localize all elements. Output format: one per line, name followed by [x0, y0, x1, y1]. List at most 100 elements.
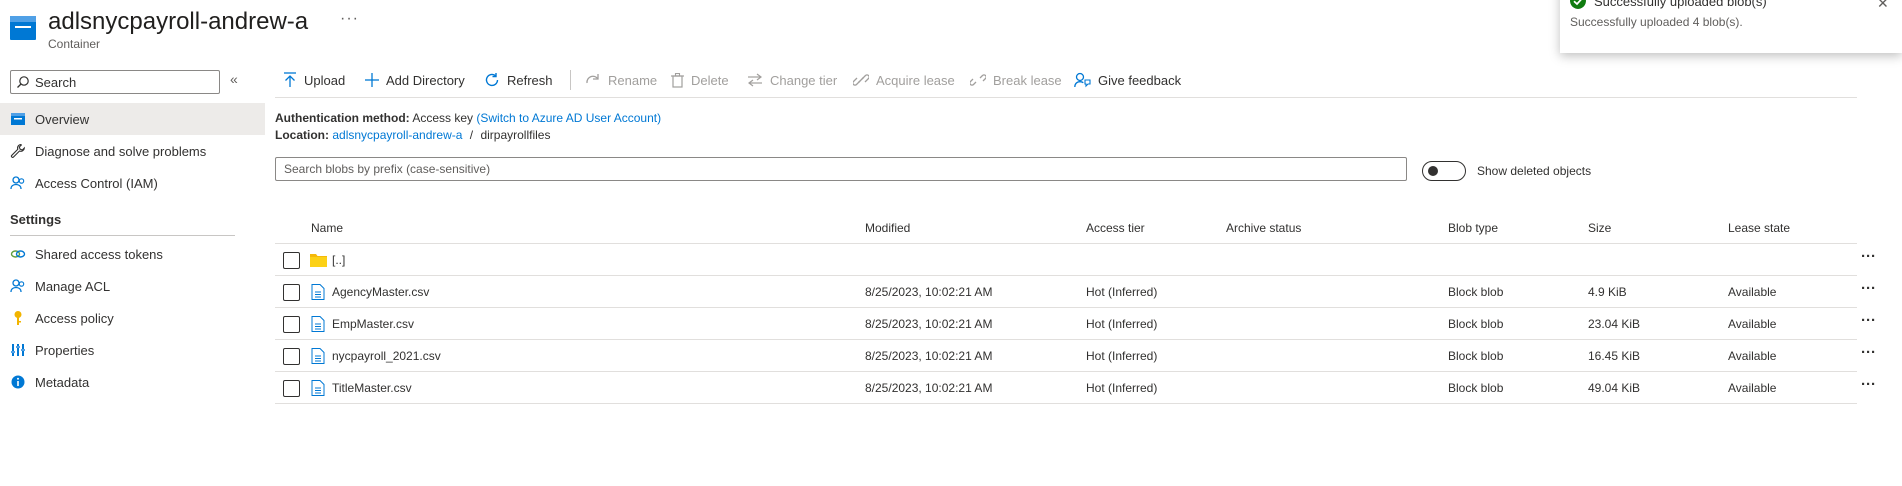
table-row[interactable]: EmpMaster.csv 8/25/2023, 10:02:21 AM Hot… [275, 308, 1876, 340]
blob-access-tier: Hot (Inferred) [1086, 381, 1158, 395]
column-header-access-tier[interactable]: Access tier [1086, 221, 1145, 235]
sidebar-item-diagnose[interactable]: Diagnose and solve problems [0, 135, 265, 167]
link-icon [853, 74, 869, 86]
give-feedback-button[interactable]: Give feedback [1074, 68, 1181, 92]
sidebar-item-manage-acl[interactable]: Manage ACL [0, 270, 265, 302]
table-row[interactable]: nycpayroll_2021.csv 8/25/2023, 10:02:21 … [275, 340, 1876, 372]
upload-label: Upload [304, 72, 346, 88]
sidebar-item-label: Access policy [35, 311, 114, 326]
blob-name[interactable]: EmpMaster.csv [332, 317, 414, 331]
refresh-icon [485, 73, 499, 87]
row-checkbox[interactable] [283, 284, 300, 301]
upload-icon [284, 72, 296, 87]
auth-method-label: Authentication method: [275, 111, 410, 125]
column-header-size[interactable]: Size [1588, 221, 1611, 235]
row-more-button[interactable]: ··· [1861, 312, 1876, 329]
folder-icon [310, 254, 327, 267]
auth-method-value: Access key [412, 111, 474, 125]
location-label: Location: [275, 128, 329, 142]
column-header-name[interactable]: Name [311, 221, 343, 235]
page-header: adlsnycpayroll-andrew-a Container ··· [0, 0, 1560, 56]
feedback-icon [1074, 72, 1091, 88]
column-header-blob-type[interactable]: Blob type [1448, 221, 1498, 235]
checkmark-icon [1570, 0, 1586, 9]
blob-size: 23.04 KiB [1588, 317, 1641, 331]
row-more-button[interactable]: ··· [1861, 248, 1876, 265]
switch-auth-link[interactable]: (Switch to Azure AD User Account) [476, 111, 661, 125]
toolbar-separator [570, 70, 571, 90]
sidebar-item-access-policy[interactable]: Access policy [0, 302, 265, 334]
swap-icon [748, 73, 762, 87]
column-header-modified[interactable]: Modified [865, 221, 910, 235]
blob-name[interactable]: AgencyMaster.csv [332, 285, 429, 299]
row-checkbox[interactable] [283, 380, 300, 397]
sidebar-search-input[interactable] [35, 73, 215, 91]
break-lease-label: Break lease [993, 72, 1062, 88]
info-icon [11, 375, 25, 389]
rename-button[interactable]: Rename [585, 68, 657, 92]
sidebar-search[interactable] [10, 70, 220, 94]
delete-button[interactable]: Delete [671, 68, 729, 92]
page-subtitle: Container [48, 37, 101, 51]
sidebar-item-iam[interactable]: Access Control (IAM) [0, 167, 265, 199]
parent-folder-link[interactable]: [..] [332, 253, 345, 267]
blob-type: Block blob [1448, 349, 1504, 363]
sidebar-item-overview[interactable]: Overview [0, 103, 265, 135]
blob-type: Block blob [1448, 381, 1504, 395]
blob-lease-state: Available [1728, 349, 1777, 363]
show-deleted-toggle[interactable] [1422, 161, 1466, 181]
acquire-lease-button[interactable]: Acquire lease [853, 68, 955, 92]
column-header-lease-state[interactable]: Lease state [1728, 221, 1790, 235]
sidebar-item-shared-access-tokens[interactable]: Shared access tokens [0, 238, 265, 270]
collapse-sidebar-button[interactable]: « [230, 71, 238, 87]
column-header-archive-status[interactable]: Archive status [1226, 221, 1301, 235]
row-more-button[interactable]: ··· [1861, 344, 1876, 361]
file-icon [311, 316, 325, 332]
page-title: adlsnycpayroll-andrew-a [48, 8, 309, 35]
blob-modified: 8/25/2023, 10:02:21 AM [865, 349, 993, 363]
blob-search-input[interactable] [284, 160, 1394, 178]
file-icon [311, 380, 325, 396]
blob-modified: 8/25/2023, 10:02:21 AM [865, 285, 993, 299]
blob-lease-state: Available [1728, 381, 1777, 395]
people-icon [10, 279, 25, 293]
container-icon [11, 113, 25, 125]
blob-search-box[interactable] [275, 157, 1407, 181]
sidebar-item-metadata[interactable]: Metadata [0, 366, 265, 398]
blob-size: 4.9 KiB [1588, 285, 1627, 299]
upload-button[interactable]: Upload [283, 68, 345, 92]
sidebar-item-label: Overview [35, 112, 90, 127]
row-more-button[interactable]: ··· [1861, 376, 1876, 393]
blob-type: Block blob [1448, 317, 1504, 331]
add-directory-button[interactable]: Add Directory [365, 68, 465, 92]
change-tier-button[interactable]: Change tier [747, 68, 837, 92]
row-checkbox[interactable] [283, 348, 300, 365]
table-row-parent[interactable]: [..] ··· [275, 244, 1876, 276]
file-icon [311, 284, 325, 300]
give-feedback-label: Give feedback [1098, 72, 1182, 88]
sidebar-item-label: Diagnose and solve problems [35, 144, 207, 159]
row-checkbox[interactable] [283, 252, 300, 269]
blob-access-tier: Hot (Inferred) [1086, 349, 1158, 363]
people-icon [10, 176, 25, 190]
sidebar-item-properties[interactable]: Properties [0, 334, 265, 366]
blob-name[interactable]: nycpayroll_2021.csv [332, 349, 441, 363]
change-tier-label: Change tier [770, 72, 838, 88]
location-container-link[interactable]: adlsnycpayroll-andrew-a [332, 128, 462, 142]
wrench-icon [10, 143, 25, 158]
broken-link-icon [970, 74, 986, 86]
acquire-lease-label: Acquire lease [876, 72, 955, 88]
row-more-button[interactable]: ··· [1861, 280, 1876, 297]
more-options-button[interactable]: ··· [340, 10, 359, 28]
close-icon[interactable]: ✕ [1877, 0, 1889, 12]
table-row[interactable]: AgencyMaster.csv 8/25/2023, 10:02:21 AM … [275, 276, 1876, 308]
row-checkbox[interactable] [283, 316, 300, 333]
sidebar-item-label: Metadata [35, 375, 90, 390]
rename-icon [586, 74, 599, 84]
blob-name[interactable]: TitleMaster.csv [332, 381, 412, 395]
break-lease-button[interactable]: Break lease [970, 68, 1062, 92]
location-separator: / [469, 128, 474, 142]
table-row[interactable]: TitleMaster.csv 8/25/2023, 10:02:21 AM H… [275, 372, 1876, 404]
notification-title: Successfully uploaded blob(s) [1594, 0, 1767, 9]
refresh-button[interactable]: Refresh [484, 68, 553, 92]
